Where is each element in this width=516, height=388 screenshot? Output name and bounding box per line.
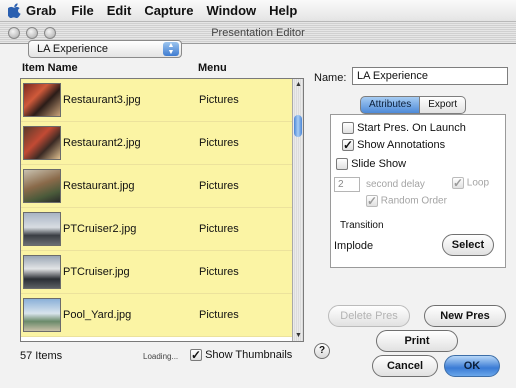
menu-grab[interactable]: Grab [26,3,56,18]
show-annotations-checkbox[interactable]: ✓ [342,139,354,152]
random-order-label: Random Order [380,195,447,207]
list-item[interactable]: PTCruiser2.jpg Pictures [21,208,293,251]
delete-pres-button[interactable]: Delete Pres [328,305,410,327]
apple-logo-icon[interactable] [8,3,21,18]
print-button[interactable]: Print [376,330,458,352]
show-thumbnails-checkbox[interactable]: ✓ [190,349,202,362]
presentation-select-value: LA Experience [37,43,108,55]
menu-edit[interactable]: Edit [107,3,132,18]
show-thumbnails-toggle[interactable]: ✓ Show Thumbnails [190,349,293,362]
menu-bar: Grab File Edit Capture Window Help [0,0,516,22]
scrollbar-thumb[interactable] [294,115,302,137]
tab-export[interactable]: Export [420,96,467,114]
scroll-up-arrow-icon[interactable]: ▲ [295,81,302,88]
item-menu: Pictures [199,223,239,235]
zoom-window-button[interactable] [44,27,56,39]
transition-value: Implode [334,240,374,252]
slide-show-checkbox[interactable] [336,158,348,171]
random-order-option[interactable]: ✓ Random Order [366,195,447,207]
name-label: Name: [314,72,347,84]
item-list[interactable]: Restaurant3.jpg Pictures Restaurant2.jpg… [20,78,304,342]
transition-label: Transition [340,220,384,231]
chevron-updown-icon: ▲ ▼ [163,42,179,56]
presentation-select[interactable]: LA Experience ▲ ▼ [28,40,182,58]
thumbnail-image [23,169,61,203]
list-item[interactable]: Restaurant3.jpg Pictures [21,79,293,122]
item-menu: Pictures [199,137,239,149]
cancel-button[interactable]: Cancel [372,355,438,377]
item-name: Pool_Yard.jpg [63,309,132,321]
random-order-checkbox[interactable]: ✓ [366,195,378,207]
item-menu: Pictures [199,266,239,278]
ok-button[interactable]: OK [444,355,500,377]
show-annotations-label: Show Annotations [357,139,446,151]
item-name: PTCruiser2.jpg [63,223,137,235]
item-menu: Pictures [199,180,239,192]
item-name: PTCruiser.jpg [63,266,130,278]
menu-window[interactable]: Window [206,3,256,18]
window-title: Presentation Editor [211,27,305,39]
new-pres-button[interactable]: New Pres [424,305,506,327]
tab-bar: Attributes Export [360,96,467,114]
loop-checkbox[interactable]: ✓ [452,177,464,189]
list-scrollbar[interactable]: ▲ ▼ [292,79,303,341]
loop-label: Loop [466,177,490,189]
menu-capture[interactable]: Capture [144,3,193,18]
close-window-button[interactable] [8,27,20,39]
thumbnail-image [23,212,61,246]
list-item[interactable]: Restaurant2.jpg Pictures [21,122,293,165]
menu-help[interactable]: Help [269,3,297,18]
thumbnail-image [23,298,61,332]
list-item[interactable]: PTCruiser.jpg Pictures [21,251,293,294]
thumbnail-image [23,255,61,289]
item-name: Restaurant3.jpg [63,94,141,106]
item-name: Restaurant2.jpg [63,137,141,149]
start-on-launch-checkbox[interactable] [342,122,354,135]
presentation-editor-window: Presentation Editor LA Experience ▲ ▼ Ite… [0,22,516,388]
name-field[interactable]: LA Experience [352,67,508,85]
loop-option[interactable]: ✓ Loop [452,177,489,189]
slide-show-option[interactable]: Slide Show [336,158,407,171]
minimize-window-button[interactable] [26,27,38,39]
show-annotations-option[interactable]: ✓ Show Annotations [342,139,446,152]
column-header-item-name: Item Name [22,62,78,74]
loading-status: Loading... [143,352,179,361]
list-item[interactable]: Restaurant.jpg Pictures [21,165,293,208]
select-transition-button[interactable]: Select [442,234,494,256]
start-on-launch-option[interactable]: Start Pres. On Launch [342,122,466,135]
start-on-launch-label: Start Pres. On Launch [357,122,466,134]
second-delay-label: second delay [366,179,425,190]
scroll-down-arrow-icon[interactable]: ▼ [295,332,302,339]
item-menu: Pictures [199,94,239,106]
show-thumbnails-label: Show Thumbnails [205,349,293,361]
thumbnail-image [23,83,61,117]
slide-show-label: Slide Show [351,158,407,170]
tab-attributes[interactable]: Attributes [360,96,421,114]
column-header-menu: Menu [198,62,227,74]
item-name: Restaurant.jpg [63,180,135,192]
menu-file[interactable]: File [71,3,93,18]
seconds-delay-field[interactable]: 2 [334,177,360,192]
item-menu: Pictures [199,309,239,321]
help-icon[interactable]: ? [314,343,330,359]
items-count: 57 Items [20,350,63,362]
list-item[interactable]: Pool_Yard.jpg Pictures [21,294,293,337]
thumbnail-image [23,126,61,160]
